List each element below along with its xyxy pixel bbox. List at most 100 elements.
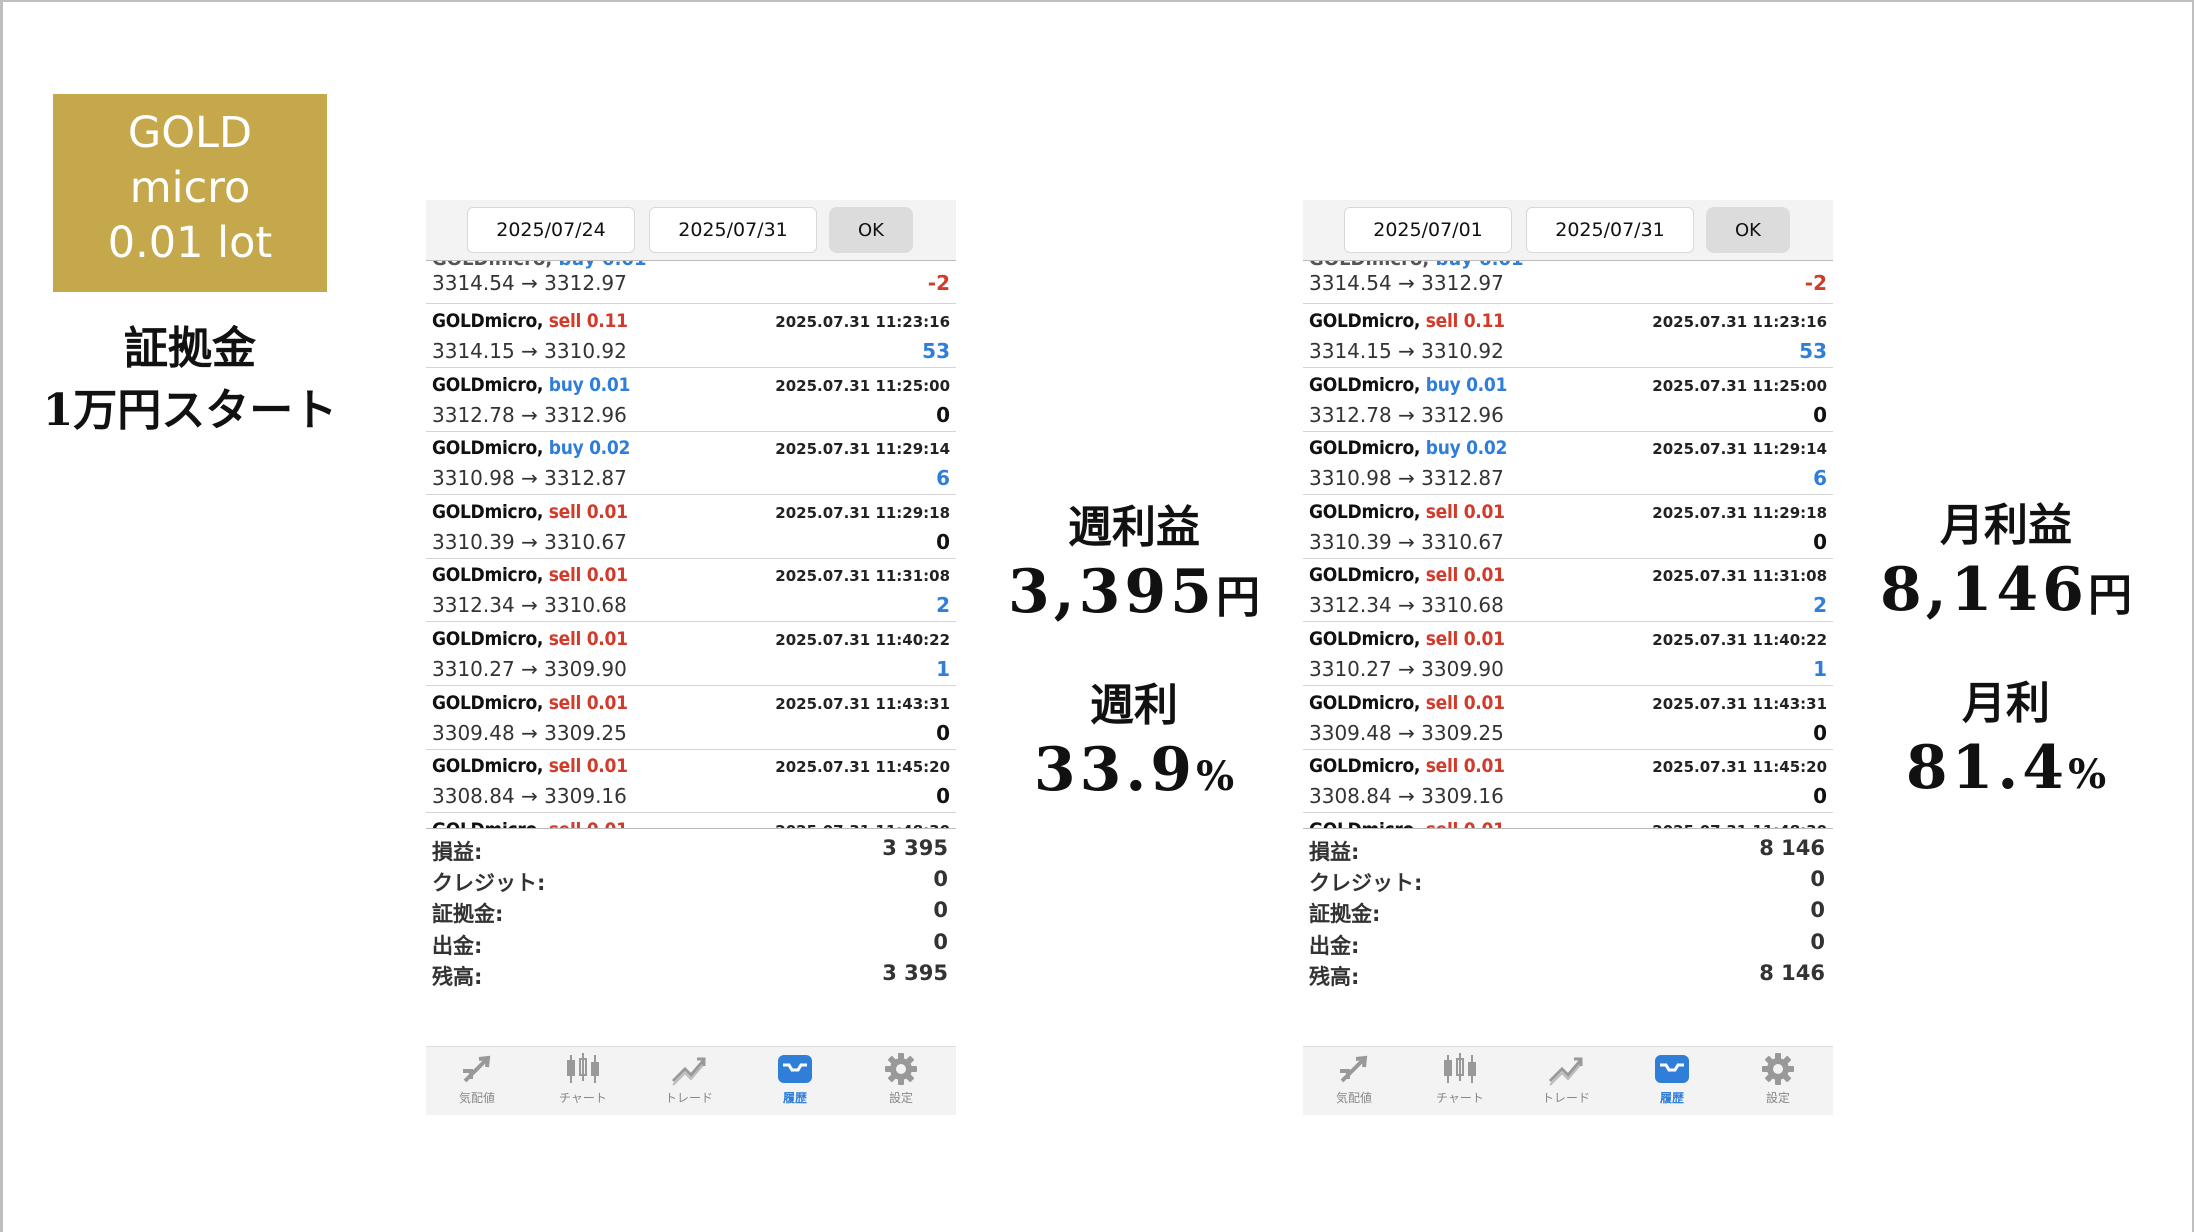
account-summary: 損益: 3 395 クレジット: 0 証拠金: 0 出金: 0 残高: 3 395 (426, 828, 956, 1029)
list-item[interactable]: GOLDmicro, buy 0.01 2025.07.31 11:25:00 33… (426, 368, 956, 432)
deal-profit: 0 (1813, 784, 1827, 809)
tab-history[interactable]: 履歴 (750, 1051, 840, 1115)
tab-chart[interactable]: チャート (538, 1051, 628, 1115)
tab-settings[interactable]: 設定 (856, 1051, 946, 1115)
tab-trade[interactable]: トレード (1521, 1051, 1611, 1115)
list-item[interactable]: GOLDmicro, sell 0.01 2025.07.31 11:40:22 3… (1303, 622, 1833, 686)
weekly-profit-title: 週利益 (1068, 502, 1200, 553)
deal-time: 2025.07.31 11:29:18 (1652, 503, 1827, 522)
tab-trade[interactable]: トレード (644, 1051, 734, 1115)
date-from-button[interactable]: 2025/07/24 (467, 207, 635, 253)
list-item[interactable]: GOLDmicro, sell 0.01 2025.07.31 11:40:22 3… (426, 622, 956, 686)
monthly-rate-value: 81.4 (1905, 733, 2069, 803)
list-item[interactable]: GOLDmicro, sell 0.01 2025.07.31 11:31:08 3… (426, 558, 956, 623)
history-panel-weekly: 2025/07/24 2025/07/31 OK GOLDmicro, buy 0.0… (426, 200, 956, 1115)
deal-prices: 3308.84 → 3309.16 (432, 784, 627, 809)
list-item[interactable]: GOLDmicro, buy 0.013314.54 → 3312.97 -2 (426, 261, 956, 304)
list-item[interactable]: GOLDmicro, buy 0.013314.54 → 3312.97 -2 (1303, 261, 1833, 304)
deal-prices: 3312.34 → 3310.68 (1309, 593, 1504, 618)
tab-quotes[interactable]: 気配値 (1309, 1051, 1399, 1115)
deal-symbol: GOLDmicro, sell 0.01 (1309, 692, 1505, 714)
deal-symbol: GOLDmicro, sell 0.01 (432, 564, 628, 586)
summary-balance-label: 残高: (432, 964, 483, 989)
tab-settings[interactable]: 設定 (1733, 1051, 1823, 1115)
tab-chart[interactable]: チャート (1415, 1051, 1505, 1115)
tab-history[interactable]: 履歴 (1627, 1051, 1717, 1115)
list-item[interactable]: GOLDmicro, buy 0.01 2025.07.31 11:25:00 33… (1303, 368, 1833, 432)
deal-side: sell 0.01 (548, 564, 628, 587)
summary-withdrawal: 出金: 0 (1303, 928, 1833, 959)
summary-credit-label: クレジット: (1309, 871, 1423, 896)
deal-profit: 2 (1813, 593, 1827, 618)
tab-quotes[interactable]: 気配値 (432, 1051, 522, 1115)
start-line-2: 1万円スタート (42, 385, 338, 436)
deal-symbol: GOLDmicro, sell 0.01 (432, 501, 628, 523)
tab-label: 気配値 (1335, 1091, 1372, 1105)
list-item[interactable]: GOLDmicro, buy 0.02 2025.07.31 11:29:14 33… (426, 431, 956, 496)
deal-symbol-name: GOLDmicro, (1309, 500, 1421, 523)
ok-button[interactable]: OK (1706, 207, 1790, 253)
cut-row-symbol: GOLDmicro, buy 0.01 (432, 261, 647, 270)
ok-button[interactable]: OK (829, 207, 913, 253)
deal-symbol-name: GOLDmicro, (1309, 564, 1421, 587)
date-from-button[interactable]: 2025/07/01 (1344, 207, 1512, 253)
list-item[interactable]: GOLDmicro, sell 0.01 2025.07.31 11:31:08 3… (1303, 558, 1833, 623)
tab-label: トレード (664, 1091, 713, 1105)
weekly-rate: 33.9% (984, 734, 1284, 813)
deal-symbol-name: GOLDmicro, (1309, 691, 1421, 714)
deal-symbol-name: GOLDmicro, (1309, 437, 1421, 460)
list-item[interactable]: GOLDmicro, sell 0.11 2025.07.31 11:23:16 3… (426, 304, 956, 368)
deal-prices: 3310.98 → 3312.87 (432, 466, 627, 491)
summary-credit: クレジット: 0 (426, 865, 956, 896)
date-to-button[interactable]: 2025/07/31 (1526, 207, 1694, 253)
list-item[interactable]: GOLDmicro, sell 0.01 2025.07.31 11:43:31 3… (1303, 686, 1833, 750)
deal-side: buy 0.01 (548, 373, 631, 396)
list-item[interactable]: GOLDmicro, sell 0.01 2025.07.31 11:45:20 3… (426, 749, 956, 814)
deal-symbol: GOLDmicro, sell 0.01 (432, 628, 628, 650)
deal-time: 2025.07.31 11:43:31 (775, 694, 950, 713)
date-to-button[interactable]: 2025/07/31 (649, 207, 817, 253)
deal-prices: 3310.39 → 3310.67 (1309, 529, 1504, 554)
cut-side: buy 0.01 (558, 261, 646, 270)
deal-profit: 0 (1813, 529, 1827, 554)
list-item[interactable]: GOLDmicro, buy 0.02 2025.07.31 11:29:14 33… (1303, 431, 1833, 496)
deal-time: 2025.07.31 11:29:18 (775, 503, 950, 522)
summary-balance: 残高: 8 146 (1303, 959, 1833, 990)
weekly-rate-value: 33.9 (1033, 735, 1197, 805)
deal-symbol: GOLDmicro, buy 0.01 (1309, 374, 1507, 396)
summary-margin-label: 証拠金: (432, 902, 504, 927)
tab-label: 設定 (1765, 1091, 1790, 1105)
deal-prices: 3310.27 → 3309.90 (1309, 657, 1504, 681)
list-item[interactable]: GOLDmicro, sell 0.01 2025.07.31 11:29:18 3… (426, 495, 956, 559)
deal-symbol-name: GOLDmicro, (432, 564, 544, 587)
deal-symbol-name: GOLDmicro, (432, 310, 544, 332)
deal-time: 2025.07.31 11:29:14 (1652, 440, 1827, 459)
list-item[interactable]: GOLDmicro, sell 0.11 2025.07.31 11:23:16 3… (1303, 304, 1833, 368)
tab-label: 履歴 (1659, 1091, 1684, 1105)
deal-profit: -2 (1804, 271, 1827, 295)
summary-withdrawal-value: 0 (933, 929, 948, 954)
quotes-icon (1309, 1051, 1399, 1087)
deal-symbol: GOLDmicro, buy 0.02 (1309, 437, 1507, 459)
list-item[interactable]: GOLDmicro, sell 0.01 2025.07.31 11:29:18 3… (1303, 495, 1833, 559)
weekly-stats: 週利益 3,395円 週利 33.9% (984, 500, 1284, 813)
deal-symbol-name: GOLDmicro, (432, 437, 544, 460)
monthly-profit-amount: 8,146円 (1856, 554, 2156, 632)
weekly-rate-unit: % (1196, 753, 1235, 800)
summary-profit: 損益: 8 146 (1303, 834, 1833, 865)
cut-symbol: GOLDmicro, (432, 261, 552, 270)
deal-symbol: GOLDmicro, sell 0.01 (1309, 564, 1505, 586)
deal-side: sell 0.11 (548, 310, 628, 332)
bottom-tab-bar: 気配値 チャート トレード 履歴 設定 (1303, 1046, 1833, 1115)
summary-profit-label: 損益: (1309, 840, 1360, 864)
bottom-tab-bar: 気配値 チャート トレード 履歴 設定 (426, 1046, 956, 1115)
deal-side: sell 0.01 (1425, 691, 1505, 714)
deal-side: sell 0.01 (548, 500, 628, 523)
deal-profit: 1 (1813, 657, 1827, 681)
history-panel-monthly: 2025/07/01 2025/07/31 OK GOLDmicro, buy 0.0… (1303, 200, 1833, 1115)
list-item[interactable]: GOLDmicro, sell 0.01 2025.07.31 11:45:20 3… (1303, 749, 1833, 814)
summary-profit: 損益: 3 395 (426, 834, 956, 865)
deal-prices: 3309.48 → 3309.25 (432, 720, 627, 745)
date-range-bar: 2025/07/24 2025/07/31 OK (426, 200, 956, 260)
list-item[interactable]: GOLDmicro, sell 0.01 2025.07.31 11:43:31 3… (426, 686, 956, 750)
